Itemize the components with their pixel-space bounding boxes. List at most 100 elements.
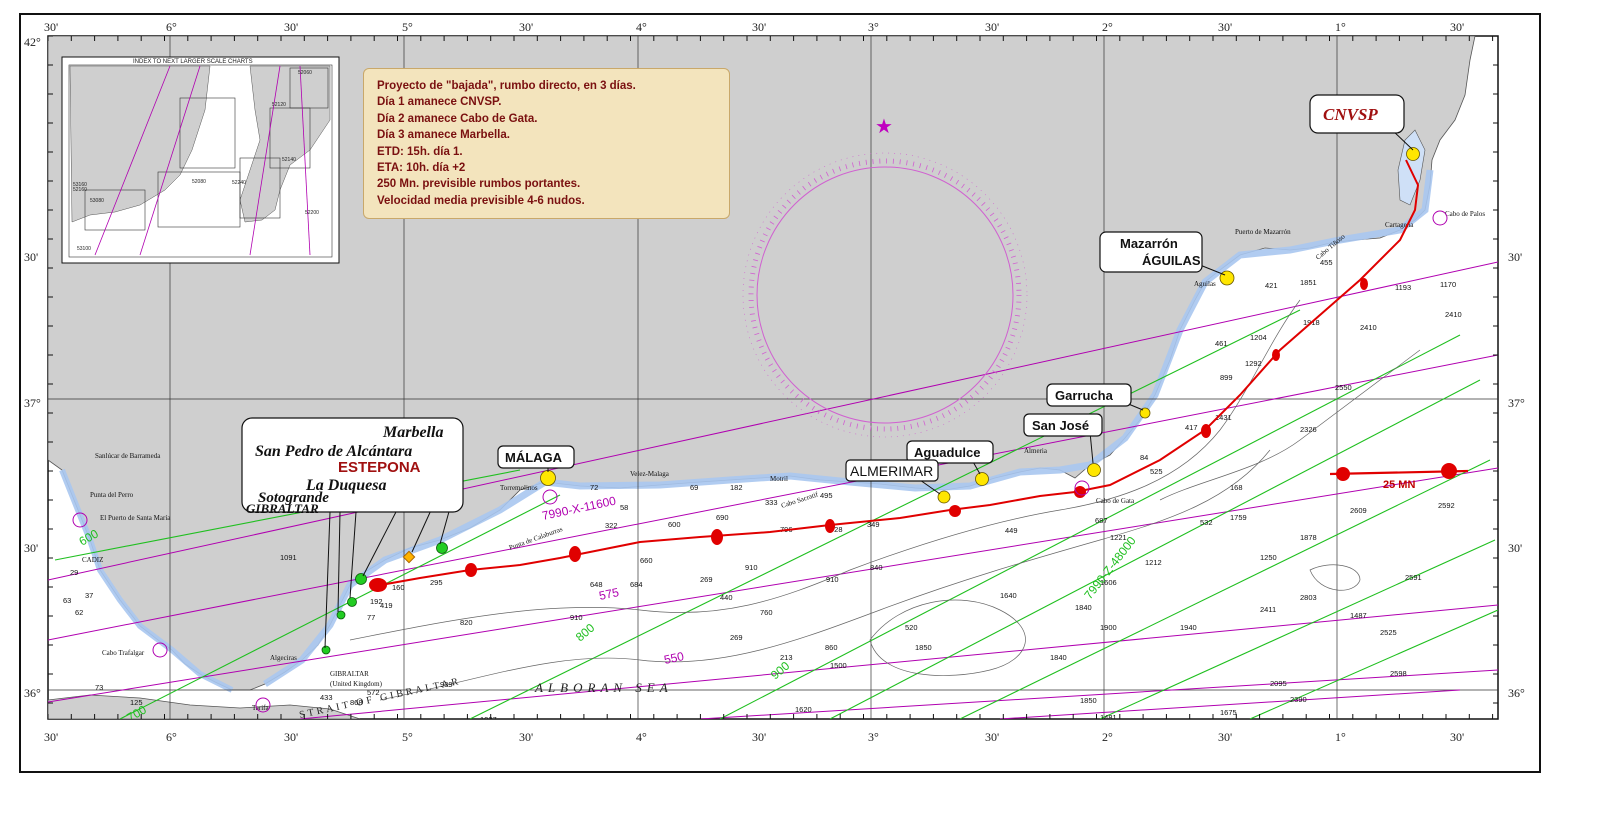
- svg-text:1840: 1840: [1050, 653, 1067, 662]
- svg-text:Puerto de Mazarrón: Puerto de Mazarrón: [1235, 228, 1291, 236]
- svg-text:77: 77: [367, 613, 375, 622]
- inset-code: 53080: [90, 198, 104, 204]
- lon-label: 30': [284, 20, 298, 34]
- svg-text:910: 910: [570, 613, 583, 622]
- svg-text:1759: 1759: [1230, 513, 1247, 522]
- svg-text:525: 525: [1150, 467, 1163, 476]
- port-marker-icon: [347, 597, 357, 607]
- route-waypoint: [711, 529, 723, 545]
- day-waypoint-marker-icon: [540, 470, 556, 486]
- callout-estepona: ESTEPONA: [338, 459, 421, 476]
- lon-label: 30': [752, 730, 766, 744]
- plan-note-line: ETA: 10h. día +2: [377, 162, 466, 175]
- svg-text:684: 684: [630, 580, 643, 589]
- svg-text:295: 295: [430, 578, 443, 587]
- svg-text:1675: 1675: [1220, 708, 1237, 717]
- svg-text:Aguilas: Aguilas: [1194, 280, 1216, 288]
- svg-text:1193: 1193: [1395, 283, 1411, 292]
- sea-name: ALBORAN SEA: [534, 680, 673, 695]
- callout-marbella: Marbella: [382, 424, 443, 441]
- lon-label: 4°: [636, 730, 647, 744]
- lat-label: 36°: [1508, 686, 1525, 700]
- svg-text:495: 495: [820, 491, 833, 500]
- lon-label: 30': [519, 20, 533, 34]
- callout-mazarron: Mazarrón: [1120, 236, 1178, 251]
- svg-text:1850: 1850: [1080, 696, 1097, 705]
- svg-text:Sanlúcar de Barrameda: Sanlúcar de Barrameda: [95, 452, 161, 460]
- scale-label: 25 MN: [1383, 479, 1415, 491]
- svg-text:760: 760: [760, 608, 773, 617]
- svg-text:840: 840: [870, 563, 883, 572]
- svg-text:269: 269: [700, 575, 713, 584]
- svg-text:461: 461: [1215, 339, 1228, 348]
- route-waypoint: [465, 563, 477, 577]
- lon-label: 30': [1450, 20, 1464, 34]
- svg-text:421: 421: [1265, 281, 1278, 290]
- lon-label: 30': [519, 730, 533, 744]
- inset-code: 52140: [282, 157, 296, 163]
- svg-text:2598: 2598: [1390, 669, 1407, 678]
- svg-text:Torremolinos: Torremolinos: [500, 484, 538, 492]
- lon-label: 6°: [166, 730, 177, 744]
- day-waypoint-marker-icon: [975, 472, 989, 486]
- svg-text:Cabo de Gata: Cabo de Gata: [1096, 497, 1135, 505]
- svg-text:1292: 1292: [1245, 359, 1262, 368]
- lon-label: 3°: [868, 730, 879, 744]
- svg-text:1878: 1878: [1300, 533, 1317, 542]
- svg-text:860: 860: [825, 643, 838, 652]
- lon-label: 6°: [166, 20, 177, 34]
- svg-text:62: 62: [75, 608, 83, 617]
- svg-text:1940: 1940: [1180, 623, 1197, 632]
- svg-text:269: 269: [730, 633, 743, 642]
- callout-san-pedro: San Pedro de Alcántara: [255, 443, 412, 460]
- lon-label: 30': [1218, 730, 1232, 744]
- lat-label: 30': [1508, 250, 1522, 264]
- lon-label: 30': [1218, 20, 1232, 34]
- svg-text:72: 72: [590, 483, 598, 492]
- plan-note-line: Día 1 amanece CNVSP.: [377, 96, 502, 109]
- lon-label: 30': [752, 20, 766, 34]
- svg-text:CADIZ: CADIZ: [82, 556, 103, 564]
- route-waypoint: [949, 505, 961, 517]
- svg-text:160: 160: [392, 583, 405, 592]
- svg-text:2390: 2390: [1290, 695, 1307, 704]
- svg-text:Almeria: Almeria: [1024, 447, 1048, 455]
- inset-code: 53160: [73, 182, 87, 188]
- svg-text:Punta del Perro: Punta del Perro: [90, 491, 134, 499]
- svg-text:687: 687: [1095, 516, 1108, 525]
- svg-text:192: 192: [370, 597, 383, 606]
- route-waypoint: [1272, 349, 1280, 361]
- plan-note-line: Día 2 amanece Cabo de Gata.: [377, 112, 538, 125]
- inset-code: 53100: [77, 246, 91, 252]
- lon-label: 2°: [1102, 730, 1113, 744]
- inset-code: 52060: [298, 70, 312, 76]
- nautical-chart: 7258322 60069690 182333796 495728349 840…: [19, 13, 1541, 773]
- svg-text:1500: 1500: [830, 661, 847, 670]
- svg-text:600: 600: [668, 520, 681, 529]
- svg-text:1091: 1091: [280, 553, 297, 562]
- svg-text:2591: 2591: [1405, 573, 1422, 582]
- svg-text:Algeciras: Algeciras: [270, 654, 297, 662]
- day-waypoint-marker-icon: [1087, 463, 1101, 477]
- svg-text:63: 63: [63, 596, 71, 605]
- svg-text:73: 73: [95, 683, 103, 692]
- plan-note-line: ETD: 15h. día 1.: [377, 145, 463, 158]
- svg-text:1250: 1250: [1260, 553, 1277, 562]
- plan-note: Proyecto de "bajada", rumbo directo, en …: [363, 68, 730, 219]
- callout-malaga: MÁLAGA: [505, 450, 563, 465]
- lon-label: 30': [284, 730, 298, 744]
- port-marker-icon: [355, 573, 367, 585]
- svg-text:1487: 1487: [1350, 611, 1367, 620]
- lat-label: 30': [24, 541, 38, 555]
- inset-index-chart: INDEX TO NEXT LARGER SCALE CHARTS 52060 …: [61, 56, 340, 264]
- svg-text:(United Kingdom): (United Kingdom): [330, 680, 383, 688]
- svg-text:1620: 1620: [795, 705, 812, 714]
- lon-label: 3°: [868, 20, 879, 34]
- svg-text:GIBRALTAR: GIBRALTAR: [330, 670, 369, 678]
- svg-text:2326: 2326: [1300, 425, 1317, 434]
- svg-text:2803: 2803: [1300, 593, 1317, 602]
- route-waypoint: [1201, 424, 1211, 438]
- port-marker-icon: [336, 610, 346, 620]
- svg-text:322: 322: [605, 521, 618, 530]
- svg-text:660: 660: [640, 556, 653, 565]
